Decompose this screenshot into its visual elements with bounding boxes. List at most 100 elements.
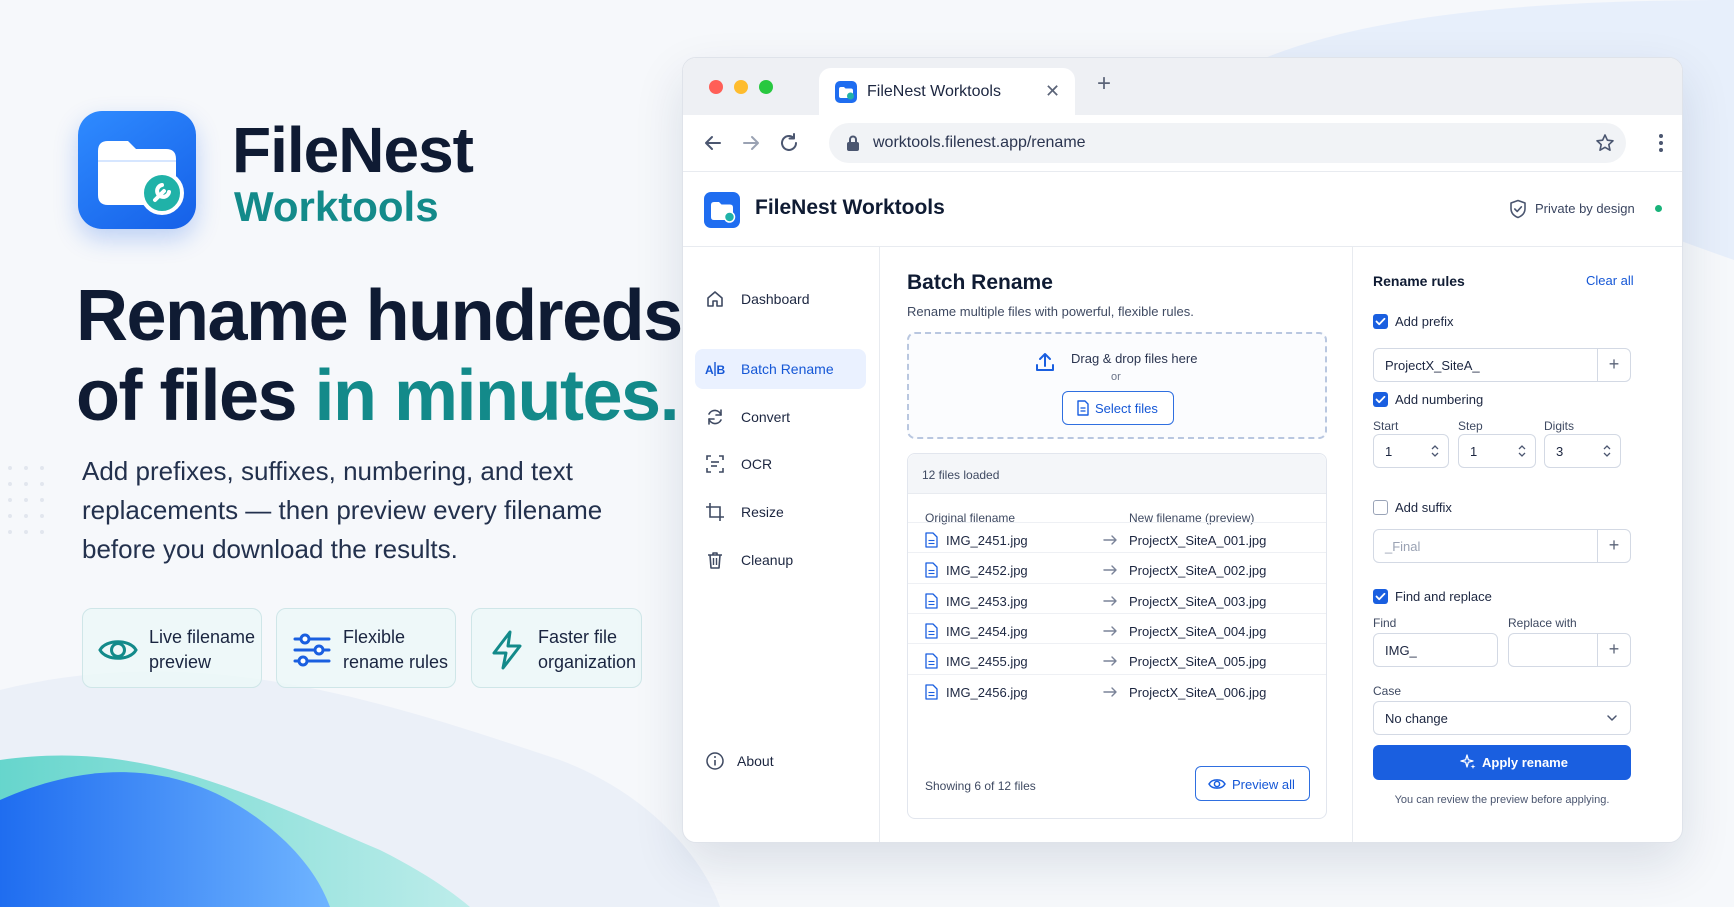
table-row[interactable]: IMG_2452.jpg ProjectX_SiteA_002.jpg	[908, 552, 1326, 586]
prefix-value: ProjectX_SiteA_	[1385, 358, 1480, 373]
chevron-down-icon	[1607, 715, 1617, 721]
headline-line-1: Rename hundreds	[76, 276, 683, 356]
eye-icon	[98, 640, 138, 660]
start-label: Start	[1373, 419, 1399, 433]
stepper-arrows-icon[interactable]	[1517, 441, 1527, 461]
start-stepper[interactable]: 1	[1373, 434, 1449, 468]
numbering-label: Add numbering	[1395, 392, 1484, 407]
case-select[interactable]: No change	[1373, 701, 1631, 735]
dropzone-or: or	[1111, 371, 1121, 383]
select-files-button[interactable]: Select files	[1062, 391, 1174, 425]
files-loaded-count: 12 files loaded	[922, 468, 1000, 482]
find-replace-checkbox[interactable]	[1373, 589, 1388, 604]
sidebar-item-label: About	[737, 753, 774, 769]
sidebar-item-label: OCR	[741, 456, 773, 472]
arrow-right-icon	[1103, 535, 1117, 545]
checkmark-icon	[1375, 592, 1386, 601]
upload-icon	[1036, 353, 1054, 371]
sidebar-item-label: Batch Rename	[741, 361, 834, 377]
window-close-button[interactable]	[709, 80, 723, 94]
reload-icon[interactable]	[777, 131, 801, 155]
stepper-arrows-icon[interactable]	[1602, 441, 1612, 461]
replace-label: Replace with	[1508, 616, 1577, 630]
sidebar-item-label: Cleanup	[741, 552, 794, 568]
file-list-card: 12 files loaded Original filename New fi…	[907, 453, 1327, 819]
digits-stepper[interactable]: 3	[1544, 434, 1621, 468]
rename-rules-panel: Rename rules Clear all Add prefix Projec…	[1352, 247, 1682, 842]
app-header: FileNest Worktools Private by design	[683, 172, 1682, 247]
table-row[interactable]: IMG_2454.jpg ProjectX_SiteA_004.jpg	[908, 612, 1326, 647]
bookmark-star-icon[interactable]	[1595, 133, 1615, 153]
suffix-input[interactable]: _Final +	[1373, 529, 1631, 563]
prefix-label: Add prefix	[1395, 314, 1454, 329]
sidebar-item-cleanup[interactable]: Cleanup	[695, 540, 866, 580]
sidebar-item-convert[interactable]: Convert	[695, 397, 866, 437]
lock-icon	[847, 135, 859, 151]
new-tab-button[interactable]: +	[1097, 72, 1111, 96]
file-list-header: 12 files loaded	[908, 454, 1326, 494]
tab-close-icon[interactable]: ✕	[1045, 81, 1060, 102]
file-icon	[925, 623, 938, 639]
new-filename: ProjectX_SiteA_006.jpg	[1129, 684, 1267, 700]
file-dropzone[interactable]: Drag & drop files here or Select files	[907, 332, 1327, 439]
feature-line-1: Faster file	[538, 627, 618, 647]
find-input[interactable]: IMG_	[1373, 633, 1498, 667]
new-filename: ProjectX_SiteA_003.jpg	[1129, 593, 1267, 609]
suffix-add-button[interactable]: +	[1597, 530, 1630, 562]
new-filename: ProjectX_SiteA_002.jpg	[1129, 563, 1267, 579]
sidebar: Dashboard A B Batch Rename Convert OCR R…	[683, 247, 880, 842]
prefix-checkbox[interactable]	[1373, 314, 1388, 329]
table-row[interactable]: IMG_2451.jpg ProjectX_SiteA_001.jpg	[908, 522, 1326, 556]
case-value: No change	[1385, 711, 1448, 726]
table-row[interactable]: IMG_2456.jpg ProjectX_SiteA_006.jpg	[908, 673, 1326, 708]
window-maximize-button[interactable]	[759, 80, 773, 94]
browser-menu-icon[interactable]	[1649, 131, 1673, 155]
select-files-label: Select files	[1095, 401, 1158, 416]
stepper-arrows-icon[interactable]	[1430, 441, 1440, 461]
suffix-checkbox[interactable]	[1373, 500, 1388, 515]
table-row[interactable]: IMG_2453.jpg ProjectX_SiteA_003.jpg	[908, 582, 1326, 617]
arrow-right-icon	[1103, 656, 1117, 666]
step-label: Step	[1458, 419, 1483, 433]
prefix-add-button[interactable]: +	[1597, 349, 1630, 381]
feature-flexible-rules: Flexible rename rules	[276, 608, 456, 688]
window-minimize-button[interactable]	[734, 80, 748, 94]
clear-all-link[interactable]: Clear all	[1586, 273, 1634, 288]
headline-accent: in minutes.	[314, 356, 680, 436]
original-filename: IMG_2451.jpg	[946, 533, 1028, 548]
sliders-icon	[293, 633, 331, 667]
original-filename: IMG_2452.jpg	[946, 563, 1028, 579]
sidebar-item-ocr[interactable]: OCR	[695, 444, 866, 484]
apply-rename-label: Apply rename	[1482, 755, 1568, 770]
numbering-checkbox[interactable]	[1373, 392, 1388, 407]
page-subtitle: Rename multiple files with powerful, fle…	[907, 304, 1194, 319]
file-icon	[925, 653, 938, 669]
sidebar-item-dashboard[interactable]: Dashboard	[695, 279, 866, 319]
browser-toolbar: worktools.filenest.app/rename	[683, 115, 1682, 172]
scan-text-icon	[706, 455, 724, 473]
sidebar-item-resize[interactable]: Resize	[695, 492, 866, 532]
main-content: Batch Rename Rename multiple files with …	[880, 247, 1334, 842]
suffix-label: Add suffix	[1395, 500, 1452, 515]
back-arrow-icon[interactable]	[701, 131, 725, 155]
browser-tab-bar: FileNest Worktools ✕ +	[683, 58, 1682, 115]
privacy-label: Private by design	[1535, 201, 1635, 216]
prefix-input[interactable]: ProjectX_SiteA_ +	[1373, 348, 1631, 382]
forward-arrow-icon[interactable]	[739, 131, 763, 155]
replace-add-button[interactable]: +	[1597, 634, 1630, 666]
original-filename: IMG_2453.jpg	[946, 593, 1028, 609]
new-filename: ProjectX_SiteA_004.jpg	[1129, 623, 1267, 639]
browser-tab-active[interactable]: FileNest Worktools ✕	[819, 68, 1075, 115]
preview-all-button[interactable]: Preview all	[1195, 766, 1310, 801]
file-icon	[925, 532, 938, 548]
sidebar-item-label: Resize	[741, 504, 784, 520]
crop-icon	[706, 503, 724, 521]
svg-text:B: B	[717, 363, 726, 377]
table-row[interactable]: IMG_2455.jpg ProjectX_SiteA_005.jpg	[908, 643, 1326, 677]
address-bar[interactable]: worktools.filenest.app/rename	[829, 123, 1626, 163]
apply-rename-button[interactable]: Apply rename	[1373, 745, 1631, 780]
sidebar-item-about[interactable]: About	[695, 741, 866, 781]
sidebar-item-batch-rename[interactable]: A B Batch Rename	[695, 349, 866, 389]
replace-input[interactable]: +	[1508, 633, 1631, 667]
step-stepper[interactable]: 1	[1458, 434, 1536, 468]
